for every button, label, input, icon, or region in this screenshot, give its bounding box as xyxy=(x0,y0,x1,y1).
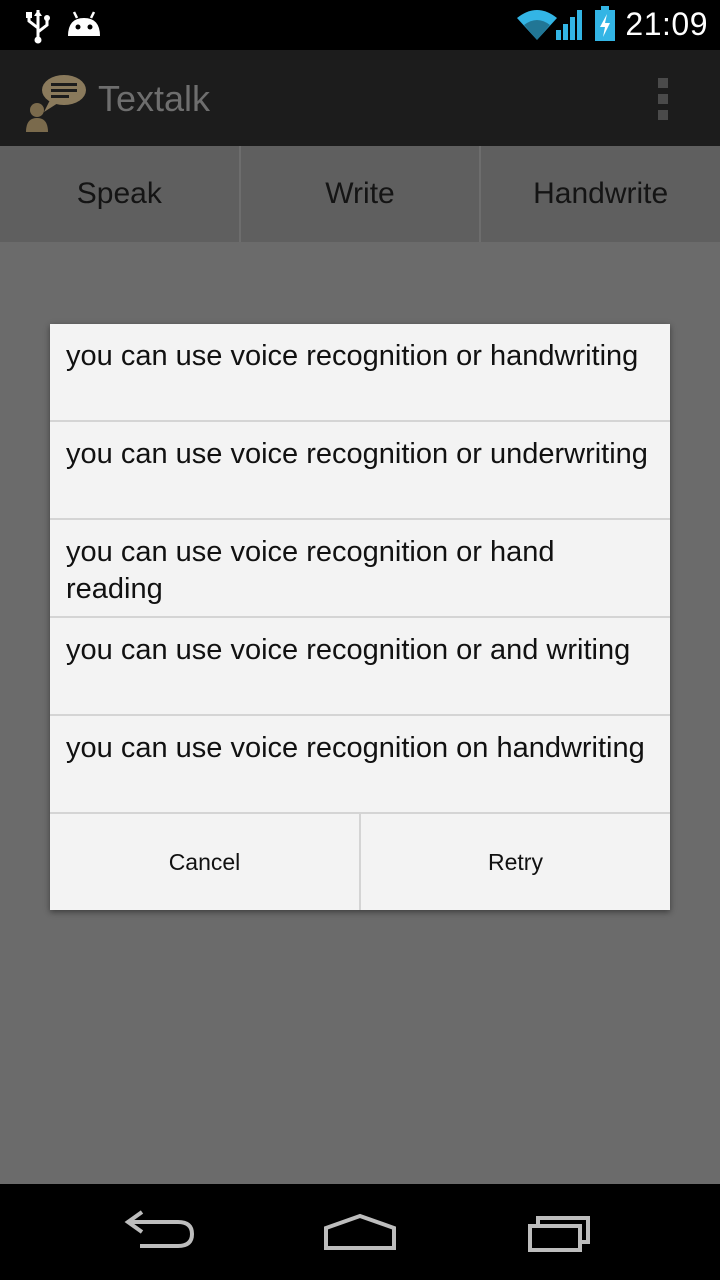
result-option-2[interactable]: you can use voice recognition or underwr… xyxy=(50,422,670,520)
overflow-menu-icon[interactable] xyxy=(646,76,680,122)
tab-bar: Speak Write Handwrite xyxy=(0,146,720,242)
app-title: Textalk xyxy=(98,78,211,119)
recognition-results-dialog: you can use voice recognition or handwri… xyxy=(50,324,670,910)
dialog-button-row: Cancel Retry xyxy=(50,814,670,910)
back-icon[interactable] xyxy=(112,1204,208,1260)
clock: 21:09 xyxy=(625,6,708,42)
tab-write[interactable]: Write xyxy=(241,146,482,242)
wifi-icon xyxy=(517,10,557,40)
cancel-button[interactable]: Cancel xyxy=(50,814,361,910)
navigation-bar xyxy=(0,1184,720,1280)
retry-button[interactable]: Retry xyxy=(361,814,670,910)
speech-bubble-person-icon[interactable] xyxy=(26,72,88,132)
status-bar: 21:09 xyxy=(0,0,720,50)
result-option-4[interactable]: you can use voice recognition or and wri… xyxy=(50,618,670,716)
recent-apps-icon[interactable] xyxy=(514,1204,610,1260)
usb-icon xyxy=(26,10,50,44)
result-option-1[interactable]: you can use voice recognition or handwri… xyxy=(50,324,670,422)
tab-handwrite[interactable]: Handwrite xyxy=(481,146,720,242)
tab-speak[interactable]: Speak xyxy=(0,146,241,242)
home-icon[interactable] xyxy=(312,1204,408,1260)
battery-charging-icon xyxy=(595,6,615,41)
signal-icon xyxy=(556,10,582,40)
result-option-3[interactable]: you can use voice recognition or hand re… xyxy=(50,520,670,618)
action-bar: Textalk xyxy=(0,50,720,146)
android-icon xyxy=(68,11,100,36)
result-option-5[interactable]: you can use voice recognition on handwri… xyxy=(50,716,670,814)
screen: 21:09 Textalk Speak Write Handwrite you … xyxy=(0,0,720,1280)
